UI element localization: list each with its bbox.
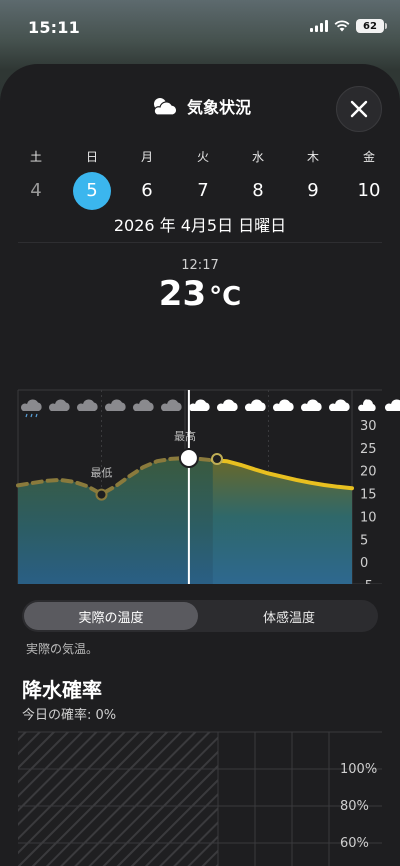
partly-cloudy-icon	[153, 98, 178, 116]
day-number: 7	[197, 180, 209, 201]
precipitation-chart[interactable]: 100% 80% 60%	[0, 728, 400, 866]
past-hours-hatch	[18, 732, 218, 866]
y-tick-label: 20	[360, 465, 377, 480]
temperature-area-future	[212, 460, 352, 584]
day-item-thu[interactable]: 木 9	[291, 148, 335, 210]
y-tick-label: 15	[360, 488, 377, 503]
current-time-knob	[178, 448, 199, 468]
day-item-sat[interactable]: 土 4	[14, 148, 58, 210]
current-temperature: 23 °C	[0, 274, 400, 314]
rain-cloud-icon	[20, 399, 42, 418]
y-tick-label: 10	[360, 510, 377, 525]
cloud-icon	[76, 399, 98, 411]
wifi-icon	[334, 20, 350, 32]
current-temp-value: 23	[158, 274, 207, 314]
cloud-icon	[104, 399, 126, 411]
day-selector: 土 4 日 5 月 6 火 7 水 8 木 9 金 10	[0, 148, 400, 218]
cloud-icon	[328, 399, 350, 411]
cloud-icon	[160, 399, 182, 411]
max-temp-marker	[211, 453, 224, 465]
day-of-week: 水	[251, 150, 264, 164]
precip-y-tick: 60%	[340, 836, 369, 851]
cloud-icon	[216, 399, 238, 411]
signal-icon	[310, 20, 328, 32]
day-item-sun[interactable]: 日 5	[70, 148, 114, 210]
moon-cloud-icon	[358, 399, 376, 411]
day-item-mon[interactable]: 月 6	[125, 148, 169, 210]
min-temp-label: 最低	[91, 467, 113, 480]
day-of-week: 金	[362, 150, 375, 164]
close-icon	[350, 100, 368, 118]
day-of-week: 土	[29, 150, 42, 164]
day-number: 6	[141, 180, 153, 201]
day-number: 8	[252, 180, 264, 201]
feels-like-tab[interactable]: 体感温度	[202, 602, 376, 630]
full-date: 2026 年 4月5日 日曜日	[113, 216, 287, 235]
y-tick-label: 0	[360, 556, 368, 571]
status-icons: 62	[310, 19, 387, 33]
day-number: 9	[307, 180, 319, 201]
min-temp-marker	[95, 488, 108, 501]
cloud-icon	[272, 399, 294, 411]
close-button[interactable]	[336, 86, 382, 132]
day-of-week: 火	[196, 150, 209, 164]
weather-sheet: 気象状況 土 4 日 5 月 6 火 7 水 8 木 9 金 10 2026 年…	[0, 64, 400, 866]
precip-y-tick: 100%	[340, 762, 377, 777]
day-item-fri[interactable]: 金 10	[347, 148, 391, 210]
max-temp-label: 最高	[174, 429, 196, 443]
sheet-header: 気象状況	[0, 86, 400, 132]
y-tick-label: -5	[360, 579, 373, 584]
day-of-week: 木	[306, 150, 319, 164]
actual-temp-tab[interactable]: 実際の温度	[24, 602, 198, 630]
cloud-icon	[385, 399, 400, 411]
precip-title: 降水確率	[22, 678, 102, 702]
day-number: 5	[73, 172, 111, 210]
temperature-mode-toggle: 実際の温度 体感温度	[22, 600, 378, 632]
day-number: 4	[30, 180, 42, 201]
precip-subtitle: 今日の確率: 0%	[22, 708, 117, 723]
day-item-tue[interactable]: 火 7	[181, 148, 225, 210]
divider	[18, 242, 382, 243]
cloud-icon	[48, 399, 70, 411]
y-tick-label: 5	[360, 533, 368, 548]
cloud-icon	[244, 399, 266, 411]
cloud-icon	[132, 399, 154, 411]
battery-indicator: 62	[356, 19, 387, 33]
current-time: 12:17	[181, 258, 219, 273]
temp-mode-description: 実際の気温。	[26, 642, 99, 656]
day-of-week: 月	[140, 150, 153, 164]
cloud-icon	[188, 399, 210, 411]
temp-unit: °C	[209, 282, 242, 312]
y-tick-label: 30	[360, 419, 377, 434]
temperature-chart[interactable]: 最低最高302520151050-50 時6 時12 時18 時	[0, 326, 400, 584]
day-number: 10	[357, 180, 381, 201]
cloud-icon	[300, 399, 322, 411]
status-bar: 15:11 62	[0, 0, 400, 60]
status-time: 15:11	[28, 18, 80, 37]
precip-y-tick: 80%	[340, 799, 369, 814]
y-tick-label: 25	[360, 442, 377, 457]
day-of-week: 日	[85, 150, 98, 164]
day-item-wed[interactable]: 水 8	[236, 148, 280, 210]
sheet-title: 気象状況	[186, 98, 251, 117]
